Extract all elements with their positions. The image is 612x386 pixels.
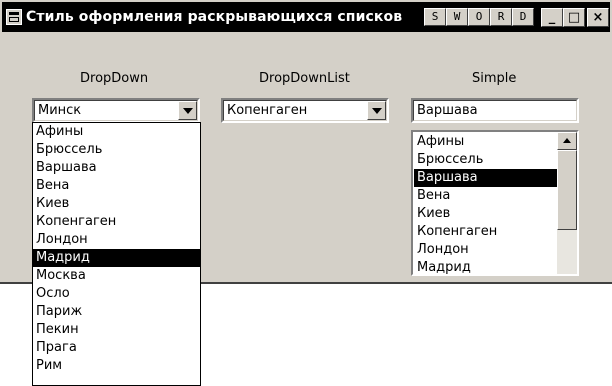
- dropdownlist-value: Копенгаген: [227, 103, 308, 118]
- simple-list[interactable]: Афины Брюссель Варшава Вена Киев Копенгаген Ло…: [411, 130, 579, 276]
- dropdown-combo[interactable]: Минск: [32, 98, 200, 123]
- list-item[interactable]: Лондон: [414, 241, 557, 259]
- list-item[interactable]: Прага: [33, 339, 200, 357]
- r-button[interactable]: R: [490, 8, 512, 26]
- list-item[interactable]: Копенгаген: [414, 223, 557, 241]
- scroll-up-button[interactable]: [557, 132, 577, 150]
- w-button[interactable]: W: [446, 8, 468, 26]
- vertical-scrollbar[interactable]: [557, 132, 577, 274]
- dropdown-list-items: Афины Брюссель Варшава Вена Киев Копенгаген Ло…: [33, 123, 200, 375]
- list-item[interactable]: Пекин: [33, 321, 200, 339]
- app-icon[interactable]: [6, 9, 22, 25]
- list-item[interactable]: Брюссель: [414, 151, 557, 169]
- list-item[interactable]: Афины: [33, 123, 200, 141]
- dropdown-label: DropDown: [80, 71, 149, 86]
- dropdown-input[interactable]: Минск: [38, 103, 81, 118]
- simple-combo-edit[interactable]: Варшава: [411, 98, 579, 123]
- simple-label: Simple: [472, 71, 517, 86]
- chevron-down-icon: [183, 108, 193, 114]
- list-item[interactable]: Рим: [33, 357, 200, 375]
- list-item[interactable]: Лондон: [33, 231, 200, 249]
- list-item[interactable]: Мадрид: [33, 249, 200, 267]
- s-button[interactable]: S: [424, 8, 446, 26]
- list-item[interactable]: Брюссель: [33, 141, 200, 159]
- list-item[interactable]: Киев: [414, 205, 557, 223]
- list-item[interactable]: Варшава: [33, 159, 200, 177]
- maximize-button[interactable]: □: [563, 8, 585, 27]
- list-item[interactable]: Париж: [33, 303, 200, 321]
- window-title: Стиль оформления раскрывающихся списков: [26, 9, 403, 25]
- d-button[interactable]: D: [512, 8, 534, 26]
- list-item[interactable]: Вена: [33, 177, 200, 195]
- scroll-thumb[interactable]: [557, 150, 577, 230]
- list-item[interactable]: Афины: [414, 133, 557, 151]
- dropdown-popup-list[interactable]: Афины Брюссель Варшава Вена Киев Копенгаген Ло…: [32, 122, 201, 386]
- dropdownlist-combo[interactable]: Копенгаген: [221, 98, 389, 123]
- o-button[interactable]: O: [468, 8, 490, 26]
- dropdown-arrow-button[interactable]: [178, 101, 197, 120]
- list-item[interactable]: Москва: [33, 267, 200, 285]
- simple-input[interactable]: Варшава: [417, 103, 478, 118]
- list-item[interactable]: Осло: [33, 285, 200, 303]
- close-button[interactable]: ×: [587, 8, 609, 27]
- chevron-down-icon: [372, 108, 382, 114]
- list-item[interactable]: Варшава: [414, 169, 557, 187]
- list-item[interactable]: Копенгаген: [33, 213, 200, 231]
- chevron-up-icon: [563, 138, 571, 143]
- list-item[interactable]: Киев: [33, 195, 200, 213]
- list-item[interactable]: Вена: [414, 187, 557, 205]
- simple-list-items: Афины Брюссель Варшава Вена Киев Копенгаген Ло…: [414, 133, 557, 274]
- title-bar[interactable]: Стиль оформления раскрывающихся списков …: [2, 2, 610, 32]
- dropdownlist-label: DropDownList: [259, 71, 350, 86]
- dropdownlist-arrow-button[interactable]: [367, 101, 386, 120]
- minimize-button[interactable]: _: [541, 8, 563, 27]
- list-item[interactable]: Мадрид: [414, 259, 557, 274]
